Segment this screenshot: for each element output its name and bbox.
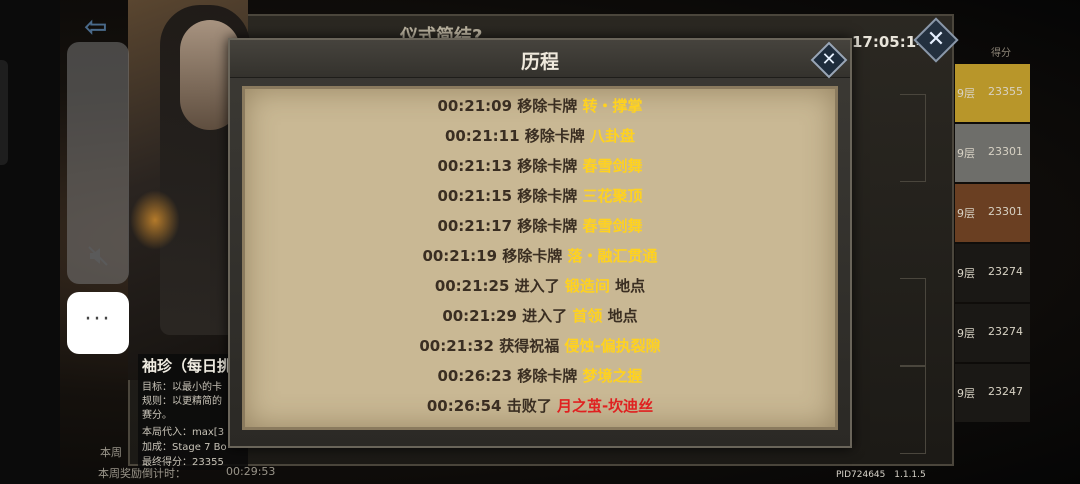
ranking-score: 23301 — [988, 205, 1023, 218]
close-icon: ✕ — [926, 27, 946, 52]
ranking-row[interactable]: 9层 23355 — [955, 64, 1030, 122]
more-button[interactable]: ··· — [67, 292, 129, 354]
ranking-score: 23274 — [988, 265, 1023, 278]
log-target: 八卦盘 — [590, 127, 636, 145]
week-label: 本周 — [100, 446, 122, 459]
version: 1.1.1.5 — [894, 470, 926, 480]
history-log-entry: 00:21:32 获得祝福 侵蚀-偏执裂隙 — [245, 332, 835, 360]
log-time: 00:26:54 — [426, 397, 502, 415]
history-log-list[interactable]: 00:21:09 移除卡牌 转・撑掌 00:21:11 移除卡牌 八卦盘 00:21… — [245, 90, 835, 420]
log-action: 移除卡牌 — [517, 187, 578, 205]
log-action: 移除卡牌 — [517, 217, 578, 235]
ranking-score: 23247 — [988, 385, 1023, 398]
log-target: 梦境之握 — [582, 367, 643, 385]
history-log-entry: 00:21:17 移除卡牌 春雪剑舞 — [245, 212, 835, 240]
history-log-entry: 00:21:29 进入了 首领 地点 — [245, 302, 835, 330]
pid: PID724645 — [836, 470, 886, 480]
build-info: PID724645 1.1.1.5 — [836, 470, 926, 480]
history-modal-title: 历程 — [520, 51, 559, 73]
history-log-entry: 00:26:54 击败了 月之茧-坎迪丝 — [245, 392, 835, 420]
ranking-floor: 9层 — [957, 87, 975, 100]
ranking-floor: 9层 — [957, 147, 975, 160]
ranking-score-header: 得分 — [991, 48, 1011, 59]
history-log-entry: 00:21:25 进入了 锻造间 地点 — [245, 272, 835, 300]
log-action: 移除卡牌 — [517, 97, 578, 115]
history-log-entry: 00:21:19 移除卡牌 落・融汇贯通 — [245, 242, 835, 270]
edge-handle[interactable] — [0, 60, 8, 165]
log-action: 击败了 — [506, 397, 552, 415]
reward-countdown-label: 本周奖励倒计时： — [98, 467, 186, 480]
log-time: 00:21:32 — [419, 337, 494, 355]
log-time: 00:21:11 — [444, 127, 520, 145]
log-target: 三花聚顶 — [582, 187, 643, 205]
history-log-entry: 00:21:09 移除卡牌 转・撑掌 — [245, 92, 835, 120]
log-suffix: 地点 — [615, 277, 646, 295]
history-log-entry: 00:21:13 移除卡牌 春雪剑舞 — [245, 152, 835, 180]
back-arrow-icon[interactable]: ⇦ — [84, 10, 124, 43]
character-goal: 目标：以最小的卡 — [142, 382, 222, 393]
ranking-row[interactable]: 9层 23274 — [955, 244, 1030, 302]
log-time: 00:21:15 — [437, 187, 513, 205]
log-time: 00:26:23 — [437, 367, 513, 385]
ranking-row[interactable]: 9层 23301 — [955, 184, 1030, 242]
ranking-floor: 9层 — [957, 327, 975, 340]
log-target: 春雪剑舞 — [582, 217, 643, 235]
log-time: 00:21:29 — [442, 307, 517, 325]
ranking-row[interactable]: 9层 23274 — [955, 304, 1030, 362]
log-action: 移除卡牌 — [517, 367, 578, 385]
history-modal-header: 历程 — [230, 40, 850, 78]
log-time: 00:21:25 — [434, 277, 510, 295]
log-action: 获得祝福 — [499, 337, 560, 355]
close-icon: ✕ — [821, 49, 837, 70]
log-action: 移除卡牌 — [502, 247, 563, 265]
log-target: 侵蚀-偏执裂隙 — [564, 337, 661, 355]
history-log-entry: 00:21:11 移除卡牌 八卦盘 — [245, 122, 835, 150]
reward-countdown: 00:29:53 — [226, 465, 276, 478]
log-suffix: 地点 — [607, 307, 638, 325]
ranking-floor: 9层 — [957, 207, 975, 220]
history-log-entry: 00:26:23 移除卡牌 梦境之握 — [245, 362, 835, 390]
log-target: 春雪剑舞 — [582, 157, 643, 175]
ranking-floor: 9层 — [957, 387, 975, 400]
character-rule: 规则：以更精简的 — [142, 396, 222, 407]
character-name: 袖珍（每日挑 — [142, 357, 233, 375]
history-log-entry: 00:21:15 移除卡牌 三花聚顶 — [245, 182, 835, 210]
log-time: 00:21:09 — [437, 97, 513, 115]
character-rule-cont: 赛分。 — [142, 410, 172, 421]
character-bonus: 加成：Stage 7 Bo — [142, 442, 227, 453]
log-target: 锻造间 — [564, 277, 610, 295]
log-time: 00:21:13 — [437, 157, 513, 175]
log-action: 进入了 — [522, 307, 568, 325]
log-time: 00:21:19 — [422, 247, 498, 265]
ranking-score: 23301 — [988, 145, 1023, 158]
character-bring: 本局代入：max[3 — [142, 427, 225, 438]
ranking-score: 23355 — [988, 85, 1023, 98]
log-target: 首领 — [572, 307, 603, 325]
log-target: 月之茧-坎迪丝 — [556, 397, 654, 415]
log-target: 转・撑掌 — [582, 97, 643, 115]
log-action: 移除卡牌 — [517, 157, 578, 175]
ranking-header: 得分 — [955, 40, 1030, 62]
ranking-row[interactable]: 9层 23301 — [955, 124, 1030, 182]
ranking-score: 23274 — [988, 325, 1023, 338]
log-target: 落・融汇贯通 — [567, 247, 658, 265]
flame-effect — [130, 190, 180, 250]
log-time: 00:21:17 — [437, 217, 513, 235]
left-edge — [0, 0, 60, 484]
ranking-floor: 9层 — [957, 267, 975, 280]
mute-icon[interactable] — [84, 242, 112, 270]
log-action: 进入了 — [514, 277, 560, 295]
log-action: 移除卡牌 — [524, 127, 585, 145]
ranking-row[interactable]: 9层 23247 — [955, 364, 1030, 422]
